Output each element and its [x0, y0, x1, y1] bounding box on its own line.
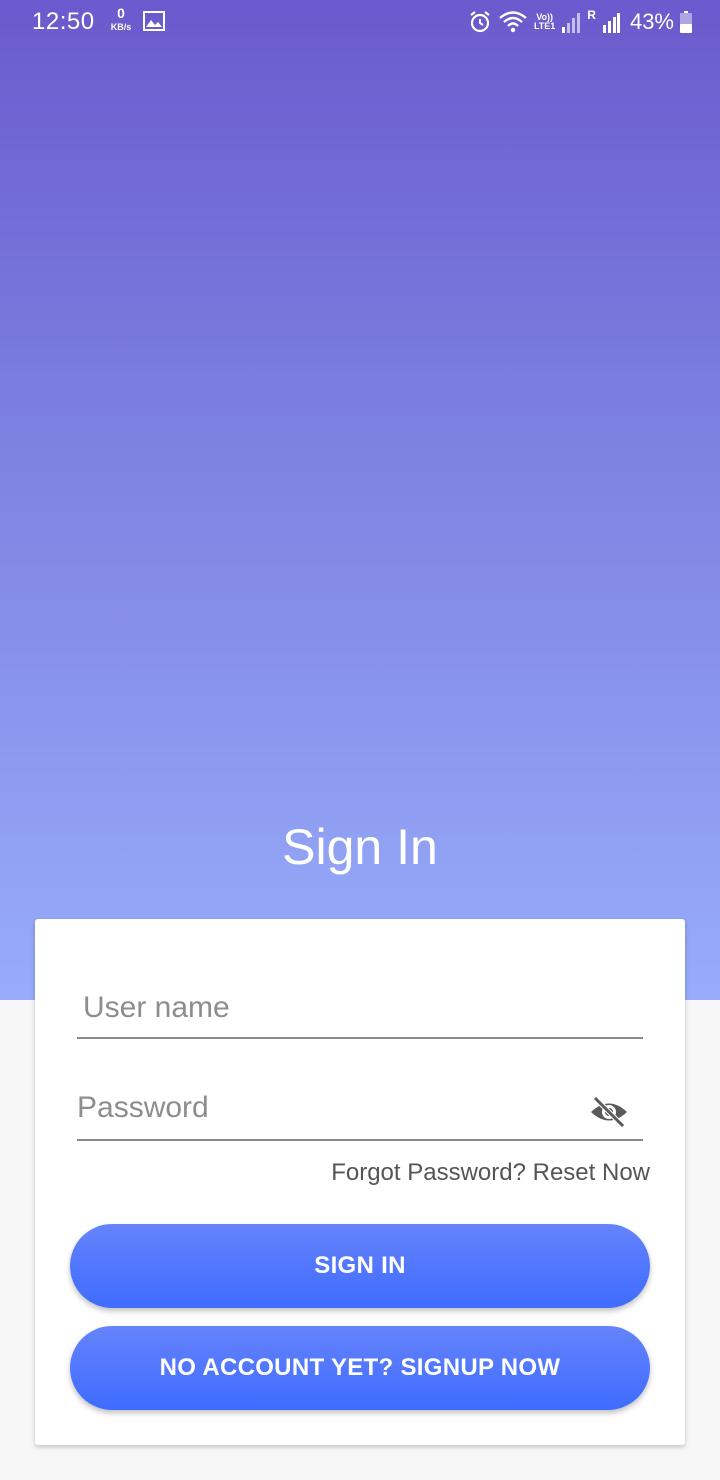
eye-off-icon[interactable] [589, 1095, 629, 1129]
signin-card: Forgot Password? Reset Now SIGN IN NO AC… [35, 919, 685, 1445]
status-icons: Vo)) LTE1 R 43% [468, 6, 692, 38]
username-field [77, 991, 643, 1039]
signin-button[interactable]: SIGN IN [70, 1224, 650, 1308]
page-title: Sign In [282, 819, 438, 875]
network-speed-value: 0 [117, 5, 125, 21]
username-input[interactable] [83, 991, 583, 1031]
signal-icon [562, 13, 581, 33]
roaming-label: R [587, 8, 596, 22]
signup-button[interactable]: NO ACCOUNT YET? SIGNUP NOW [70, 1326, 650, 1410]
password-field [77, 1091, 643, 1141]
battery-percent: 43% [629, 9, 674, 34]
alarm-icon [470, 11, 490, 33]
volte-indicator: Vo)) LTE1 [534, 13, 555, 31]
lte-label: LTE1 [533, 21, 556, 31]
status-time: 12:50 [32, 8, 95, 35]
wifi-icon [499, 11, 527, 33]
image-icon [143, 11, 165, 31]
battery-icon [680, 11, 692, 33]
signal-icon-2 [602, 13, 620, 33]
network-speed-unit: KB/s [110, 22, 132, 32]
password-input[interactable] [77, 1091, 577, 1131]
forgot-password-link[interactable]: Forgot Password? Reset Now [331, 1159, 650, 1187]
network-speed: 0 KB/s [106, 5, 136, 32]
status-bar: 12:50 0 KB/s Vo)) LTE1 R 43% [0, 0, 720, 44]
